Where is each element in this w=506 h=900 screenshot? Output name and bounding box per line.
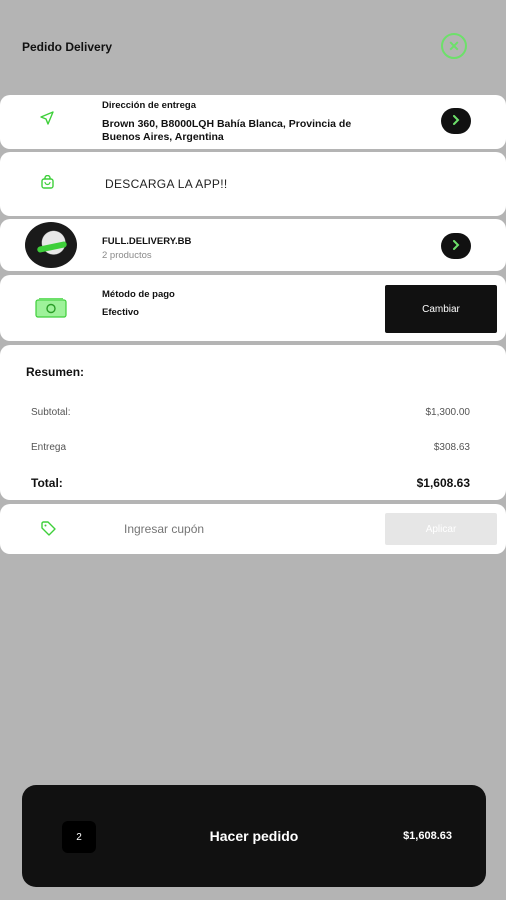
address-arrow-button[interactable] bbox=[441, 108, 471, 134]
payment-card: Método de pago Efectivo Cambiar bbox=[0, 275, 506, 341]
screen: Pedido Delivery ✕ Dirección de entrega B… bbox=[0, 0, 506, 900]
address-card[interactable]: Dirección de entrega Brown 360, B8000LQH… bbox=[0, 95, 506, 149]
summary-card: Resumen: Subtotal: $1,300.00 Entrega $30… bbox=[0, 345, 506, 500]
store-card[interactable]: FULL.DELIVERY.BB 2 productos bbox=[0, 219, 506, 271]
payment-value: Efectivo bbox=[102, 307, 139, 318]
subtotal-value: $1,300.00 bbox=[425, 407, 471, 418]
change-payment-button[interactable]: Cambiar bbox=[385, 285, 497, 333]
apply-coupon-button[interactable]: Aplicar bbox=[385, 513, 497, 545]
place-order-button[interactable]: 2 Hacer pedido $1,608.63 bbox=[22, 785, 486, 887]
coupon-input[interactable] bbox=[118, 517, 370, 541]
store-arrow-button[interactable] bbox=[441, 233, 471, 259]
chevron-right-icon bbox=[451, 237, 461, 255]
order-total: $1,608.63 bbox=[403, 830, 452, 842]
delivery-label: Entrega bbox=[31, 442, 67, 453]
store-products-count: 2 productos bbox=[102, 250, 152, 261]
top-bar: Pedido Delivery ✕ bbox=[0, 0, 506, 94]
address-value: Brown 360, B8000LQH Bahía Blanca, Provin… bbox=[102, 118, 352, 143]
store-name: FULL.DELIVERY.BB bbox=[102, 236, 192, 247]
cash-icon bbox=[35, 297, 67, 324]
close-button[interactable]: ✕ bbox=[441, 33, 467, 59]
close-icon: ✕ bbox=[448, 38, 460, 54]
navigation-arrow-icon bbox=[40, 111, 54, 130]
chevron-right-icon bbox=[451, 112, 461, 130]
summary-title: Resumen: bbox=[26, 365, 85, 379]
app-promo-label: DESCARGA LA APP!! bbox=[105, 177, 228, 191]
tag-icon bbox=[41, 521, 56, 541]
shopping-bag-icon bbox=[40, 174, 55, 195]
address-label: Dirección de entrega bbox=[102, 100, 196, 111]
coupon-card: Aplicar bbox=[0, 504, 506, 554]
store-logo bbox=[25, 222, 77, 268]
payment-label: Método de pago bbox=[102, 289, 175, 300]
total-label: Total: bbox=[31, 476, 63, 490]
page-title: Pedido Delivery bbox=[22, 40, 113, 54]
app-promo-card[interactable]: DESCARGA LA APP!! bbox=[0, 152, 506, 216]
total-value: $1,608.63 bbox=[416, 476, 470, 490]
delivery-value: $308.63 bbox=[433, 442, 470, 453]
subtotal-label: Subtotal: bbox=[31, 407, 71, 418]
